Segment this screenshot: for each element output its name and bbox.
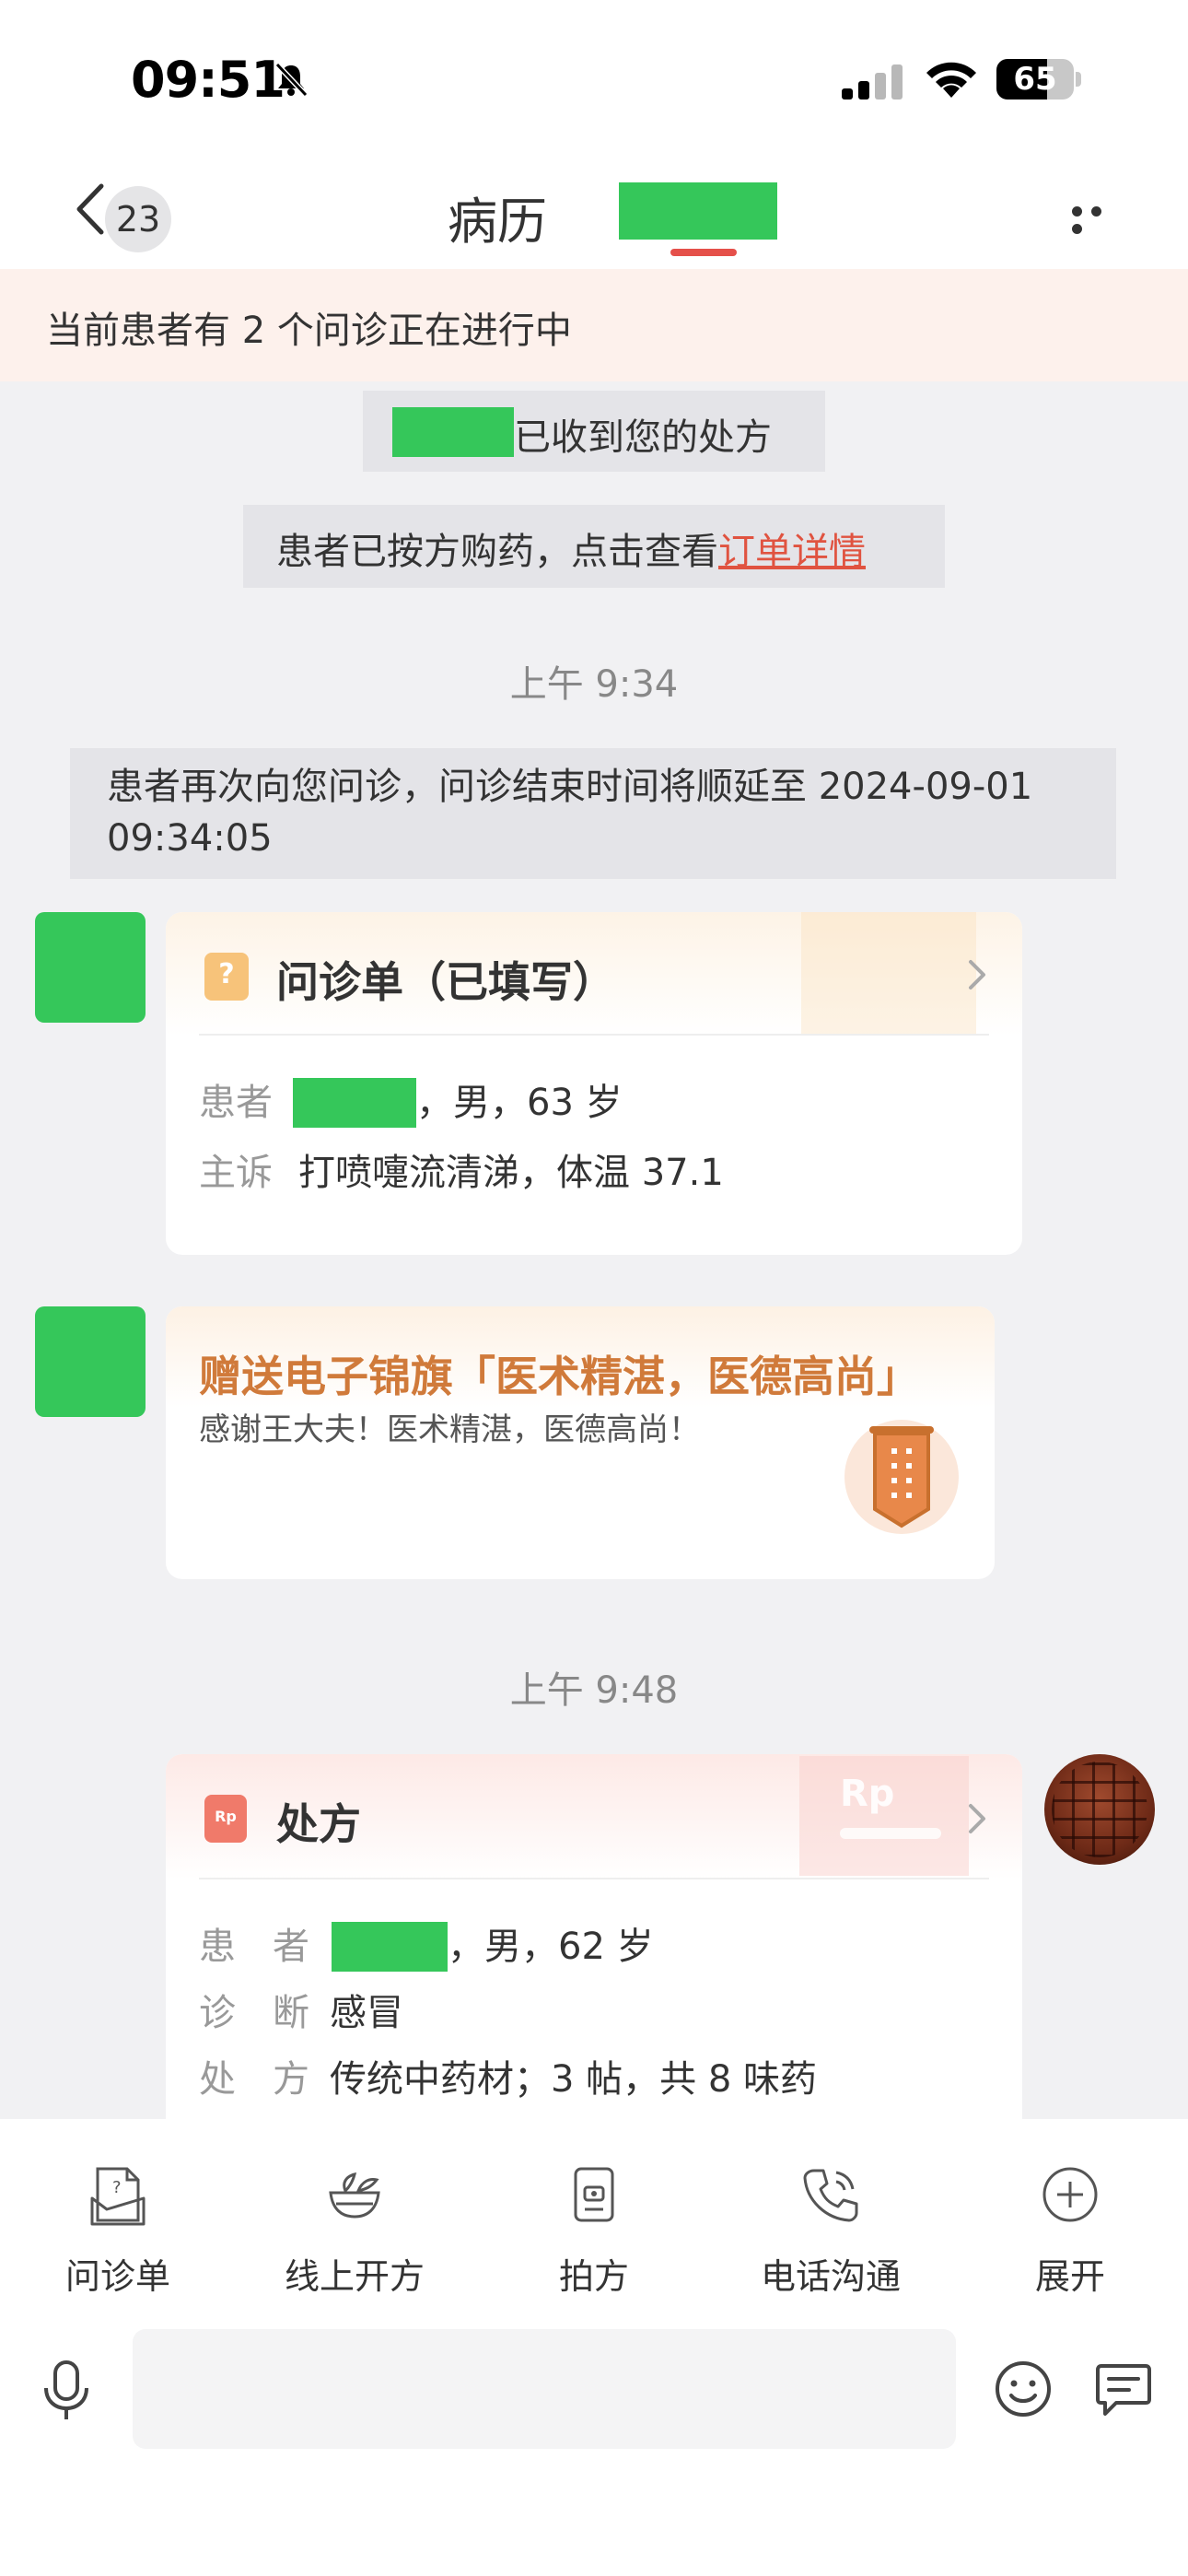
tab-medical-record[interactable]: 病历 xyxy=(448,181,547,253)
unread-count-badge[interactable]: 23 xyxy=(105,186,171,252)
redacted-patient-name xyxy=(293,1078,416,1128)
rx-value: 传统中药材；3 帖，共 8 味药 xyxy=(330,2058,818,2101)
battery-icon: 65 xyxy=(996,59,1081,100)
prescription-icon xyxy=(204,1795,247,1843)
banner-text: 当前患者有 2 个问诊正在进行中 xyxy=(46,310,572,352)
nav-bar: 23 病历 xyxy=(0,157,1188,269)
toolbar-label: 拍方 xyxy=(558,2256,629,2297)
wifi-icon xyxy=(926,62,976,98)
cellular-signal-icon xyxy=(842,64,903,100)
pennant-title: 赠送电子锦旗「医术精湛，医德高尚」 xyxy=(199,1352,919,1401)
consult-form-icon xyxy=(204,953,249,1001)
prescription-card[interactable]: Rp 处方 患 者 ，男，62 岁 诊 断 感冒 处 方 传统中药材；3 帖，共… xyxy=(166,1754,1022,2123)
microphone-icon[interactable] xyxy=(37,2357,96,2423)
consult-form-icon: ? xyxy=(90,2167,146,2226)
complaint-value: 打喷嚏流清涕，体温 37.1 xyxy=(298,1152,724,1194)
toolbar-photo-rx-button[interactable]: 拍方 xyxy=(493,2161,695,2299)
redacted-name-block xyxy=(392,407,514,457)
battery-percent: 65 xyxy=(1013,61,1057,98)
purchase-notice-text: 患者已按方购药，点击查看 xyxy=(276,531,718,573)
input-row xyxy=(0,2329,1188,2449)
consult-card-title: 问诊单（已填写） xyxy=(276,957,615,1007)
tab-redacted[interactable] xyxy=(619,182,777,240)
rx-label: 处 方 xyxy=(199,2058,309,2101)
patient-avatar[interactable] xyxy=(35,912,146,1023)
notice-text: 已收到您的处方 xyxy=(514,416,772,459)
chevron-right-icon xyxy=(969,960,985,989)
timestamp: 上午 9:34 xyxy=(509,663,679,706)
patient-info: ，男，63 岁 xyxy=(416,1082,623,1124)
chevron-right-icon xyxy=(969,1804,985,1833)
complaint-label: 主诉 xyxy=(199,1152,273,1194)
doctor-avatar[interactable] xyxy=(1044,1754,1155,1865)
prescription-received-notice: 已收到您的处方 xyxy=(363,391,825,472)
toolbar-label: 电话沟通 xyxy=(760,2256,901,2297)
plus-circle-icon xyxy=(1042,2167,1098,2222)
emoji-icon[interactable] xyxy=(993,2359,1054,2419)
herb-bowl-icon xyxy=(329,2172,380,2219)
toolbar-expand-button[interactable]: 展开 xyxy=(969,2161,1171,2299)
diagnosis-value: 感冒 xyxy=(330,1992,403,2034)
toolbar-online-rx-button[interactable]: 线上开方 xyxy=(253,2161,456,2299)
order-details-link[interactable]: 订单详情 xyxy=(718,531,866,573)
message-input[interactable] xyxy=(133,2329,956,2449)
prescription-card-title: 处方 xyxy=(276,1799,361,1849)
patient-avatar[interactable] xyxy=(35,1306,146,1417)
quick-reply-icon[interactable] xyxy=(1092,2357,1155,2419)
toolbar-label: 问诊单 xyxy=(64,2256,170,2297)
camera-rx-icon xyxy=(574,2167,614,2222)
rp-watermark: Rp xyxy=(840,1773,895,1815)
toolbar-label: 展开 xyxy=(1034,2256,1105,2297)
ongoing-consult-banner[interactable]: 当前患者有 2 个问诊正在进行中 xyxy=(0,269,1188,381)
active-tab-indicator xyxy=(670,249,737,256)
status-time: 09:51 xyxy=(131,51,285,109)
toolbar-label: 线上开方 xyxy=(284,2256,425,2297)
bottom-panel: ? 问诊单 线上开方 拍方 电话沟通 展开 xyxy=(0,2119,1188,2576)
redacted-patient-name xyxy=(332,1922,448,1972)
consult-extended-notice: 患者再次向您问诊，问诊结束时间将顺延至 2024-09-01 09:34:05 xyxy=(70,748,1116,879)
purchase-notice: 患者已按方购药，点击查看订单详情 xyxy=(243,505,945,588)
status-bar: 09:51 65 xyxy=(0,0,1188,157)
pennant-gift-card[interactable]: 赠送电子锦旗「医术精湛，医德高尚」 感谢王大夫！医术精湛，医德高尚！ xyxy=(166,1306,995,1579)
phone-icon xyxy=(803,2169,858,2222)
pennant-message: 感谢王大夫！医术精湛，医德高尚！ xyxy=(199,1411,700,1448)
toolbar-consult-form-button[interactable]: ? 问诊单 xyxy=(17,2161,219,2299)
more-menu-icon[interactable] xyxy=(1072,203,1127,234)
rx-patient-info: ，男，62 岁 xyxy=(448,1926,654,1968)
pennant-icon xyxy=(844,1420,959,1534)
timestamp: 上午 9:48 xyxy=(509,1669,679,1712)
bell-muted-icon xyxy=(274,62,309,98)
svg-text:?: ? xyxy=(112,2178,122,2197)
consult-form-card[interactable]: 问诊单（已填写） 患者 ，男，63 岁 主诉 打喷嚏流清涕，体温 37.1 xyxy=(166,912,1022,1255)
toolbar-phone-button[interactable]: 电话沟通 xyxy=(729,2161,932,2299)
rx-patient-label: 患 者 xyxy=(199,1926,309,1968)
patient-label: 患者 xyxy=(199,1082,273,1124)
diagnosis-label: 诊 断 xyxy=(199,1992,309,2034)
